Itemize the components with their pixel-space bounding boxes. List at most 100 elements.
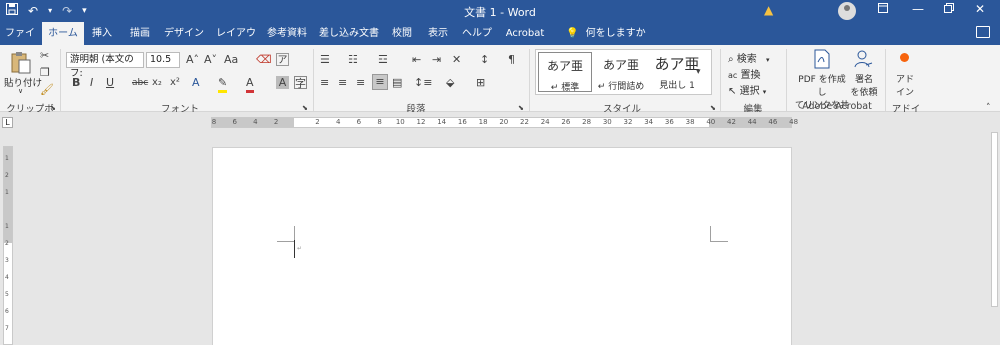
tab-view[interactable]: 表示	[424, 22, 452, 45]
ruler-tick-label: 38	[685, 118, 695, 126]
ribbon-display-icon[interactable]	[868, 2, 898, 16]
italic-button[interactable]: I	[90, 76, 93, 90]
find-label: 検索	[736, 54, 757, 65]
character-shading-icon[interactable]: A	[276, 76, 289, 89]
multilevel-list-icon[interactable]: ☲	[378, 53, 388, 67]
shrink-font-icon[interactable]: A˅	[204, 53, 217, 67]
tab-help[interactable]: ヘルプ	[460, 22, 494, 45]
crop-mark-top-left	[277, 226, 295, 242]
style-no-spacing[interactable]: あア亜 ↵ 行間詰め	[594, 52, 648, 92]
addins-icon[interactable]	[900, 53, 909, 62]
group-label-acrobat: Adobe Acrobat	[802, 101, 872, 112]
ruler-tick-label: 4	[335, 118, 341, 126]
align-center-icon[interactable]: ≡	[338, 76, 347, 90]
shading-icon[interactable]: ⬙	[446, 76, 454, 90]
vertical-ruler[interactable]: 1 2 1 1 2 3 4 5 6 7	[3, 146, 13, 345]
vruler-tick-label: 2	[5, 172, 9, 179]
ruler-tick-label: 28	[582, 118, 592, 126]
subscript-button[interactable]: x₂	[152, 76, 162, 90]
ruler-tick-label: 4	[253, 118, 258, 126]
request-signature-icon[interactable]	[854, 49, 874, 73]
paragraph-mark-icon: ↵	[297, 245, 303, 252]
ruler-tick-label: 36	[664, 118, 674, 126]
align-left-icon[interactable]: ≡	[320, 76, 329, 90]
comments-icon[interactable]	[976, 26, 990, 38]
sort-icon[interactable]: ↕	[480, 53, 489, 67]
line-spacing-icon[interactable]: ↕≡	[414, 76, 432, 90]
phonetic-guide-icon[interactable]: ア	[276, 53, 289, 66]
restore-icon[interactable]	[934, 2, 964, 16]
ruler-tick-label: 18	[478, 118, 488, 126]
font-name-combo[interactable]: 游明朝 (本文のフ:	[66, 52, 144, 79]
scrollbar-thumb[interactable]	[991, 132, 998, 307]
ruler-tick-label: 6	[356, 118, 362, 126]
create-pdf-icon[interactable]	[813, 49, 831, 73]
tab-draw[interactable]: 描画	[124, 22, 156, 45]
distributed-icon[interactable]: ▤	[392, 76, 402, 90]
copy-icon[interactable]: ❐	[40, 66, 50, 80]
ruler-tick-label: 12	[416, 118, 426, 126]
tab-file[interactable]: ファイル	[2, 22, 38, 62]
lightbulb-icon: 💡	[566, 28, 579, 39]
tell-me-search[interactable]: 💡 何をしますか	[566, 22, 646, 45]
clear-formatting-icon[interactable]: ⌫	[256, 53, 272, 67]
search-icon: ⌕	[728, 54, 734, 65]
font-color-icon[interactable]: A	[246, 76, 254, 93]
align-right-icon[interactable]: ≡	[356, 76, 365, 90]
vruler-tick-label: 6	[5, 308, 9, 315]
select-button[interactable]: ↖ 選択 ▾	[728, 82, 766, 97]
borders-icon[interactable]: ⊞	[476, 76, 485, 90]
paste-dropdown-icon[interactable]: ∨	[18, 87, 23, 95]
ruler-tick-label: 2	[315, 118, 320, 126]
strikethrough-button[interactable]: abc	[132, 76, 148, 90]
ruler-tick-label: 32	[623, 118, 633, 126]
style-normal[interactable]: あア亜 ↵ 標準	[538, 52, 592, 93]
tab-references[interactable]: 参考資料	[264, 22, 310, 45]
tab-design[interactable]: デザイン	[164, 22, 204, 45]
replace-button[interactable]: ac 置換	[728, 66, 761, 81]
tab-review[interactable]: 校閲	[388, 22, 416, 45]
tab-home[interactable]: ホーム	[42, 22, 84, 45]
underline-button[interactable]: U	[106, 76, 114, 90]
clipboard-paste-icon[interactable]	[10, 51, 32, 75]
ruler-tick-label: 44	[747, 118, 757, 126]
asian-layout-icon[interactable]: ✕	[452, 53, 461, 67]
request-signature-label-2: を依頼	[850, 88, 878, 98]
vertical-scrollbar[interactable]	[989, 130, 1000, 345]
show-formatting-marks-icon[interactable]: ¶	[508, 53, 515, 67]
minimize-icon[interactable]: —	[903, 2, 933, 16]
tab-selector[interactable]: L	[2, 117, 13, 128]
vruler-tick-label: 3	[5, 257, 9, 264]
tab-layout[interactable]: レイアウト	[212, 22, 260, 62]
tab-insert[interactable]: 挿入	[88, 22, 116, 45]
addins-label-1: アド	[895, 75, 914, 85]
styles-more-icon[interactable]: ▾	[696, 65, 701, 79]
bullets-icon[interactable]: ☰	[320, 53, 330, 67]
find-button[interactable]: ⌕ 検索 ▾	[728, 50, 770, 65]
numbering-icon[interactable]: ☷	[348, 53, 358, 67]
superscript-button[interactable]: x²	[170, 76, 180, 90]
grow-font-icon[interactable]: A˄	[186, 53, 199, 67]
decrease-indent-icon[interactable]: ⇤	[412, 53, 421, 67]
warning-icon[interactable]: ▲	[764, 3, 773, 17]
addins-button[interactable]: アド イン	[892, 72, 918, 98]
ruler-tick-label: 20	[499, 118, 509, 126]
enclose-characters-icon[interactable]: 字	[294, 76, 307, 90]
request-signature-button[interactable]: 署名 を依頼	[848, 72, 880, 98]
vruler-tick-label: 1	[5, 155, 9, 162]
change-case-icon[interactable]: Aa	[224, 53, 238, 67]
cut-icon[interactable]: ✂	[40, 49, 49, 63]
font-size-combo[interactable]: 10.5	[146, 52, 180, 68]
bold-button[interactable]: B	[72, 76, 80, 90]
justify-icon[interactable]: ≡	[372, 74, 388, 90]
increase-indent-icon[interactable]: ⇥	[432, 53, 441, 67]
ruler-tick-label: 2	[273, 118, 279, 126]
text-effects-icon[interactable]: A	[192, 76, 200, 90]
horizontal-ruler[interactable]: 8 6 4 2 2 4 6 8 10 12 14 16 18 20 22 24 26 28 30 32 34 36 38 40…	[211, 117, 798, 128]
avatar[interactable]	[838, 2, 856, 20]
tab-mailings[interactable]: 差し込み文書	[318, 22, 380, 45]
format-painter-icon[interactable]: 🖌	[40, 83, 54, 97]
highlight-color-icon[interactable]: ✎	[218, 76, 228, 93]
close-icon[interactable]: ✕	[965, 2, 995, 16]
tab-acrobat[interactable]: Acrobat	[502, 22, 548, 45]
